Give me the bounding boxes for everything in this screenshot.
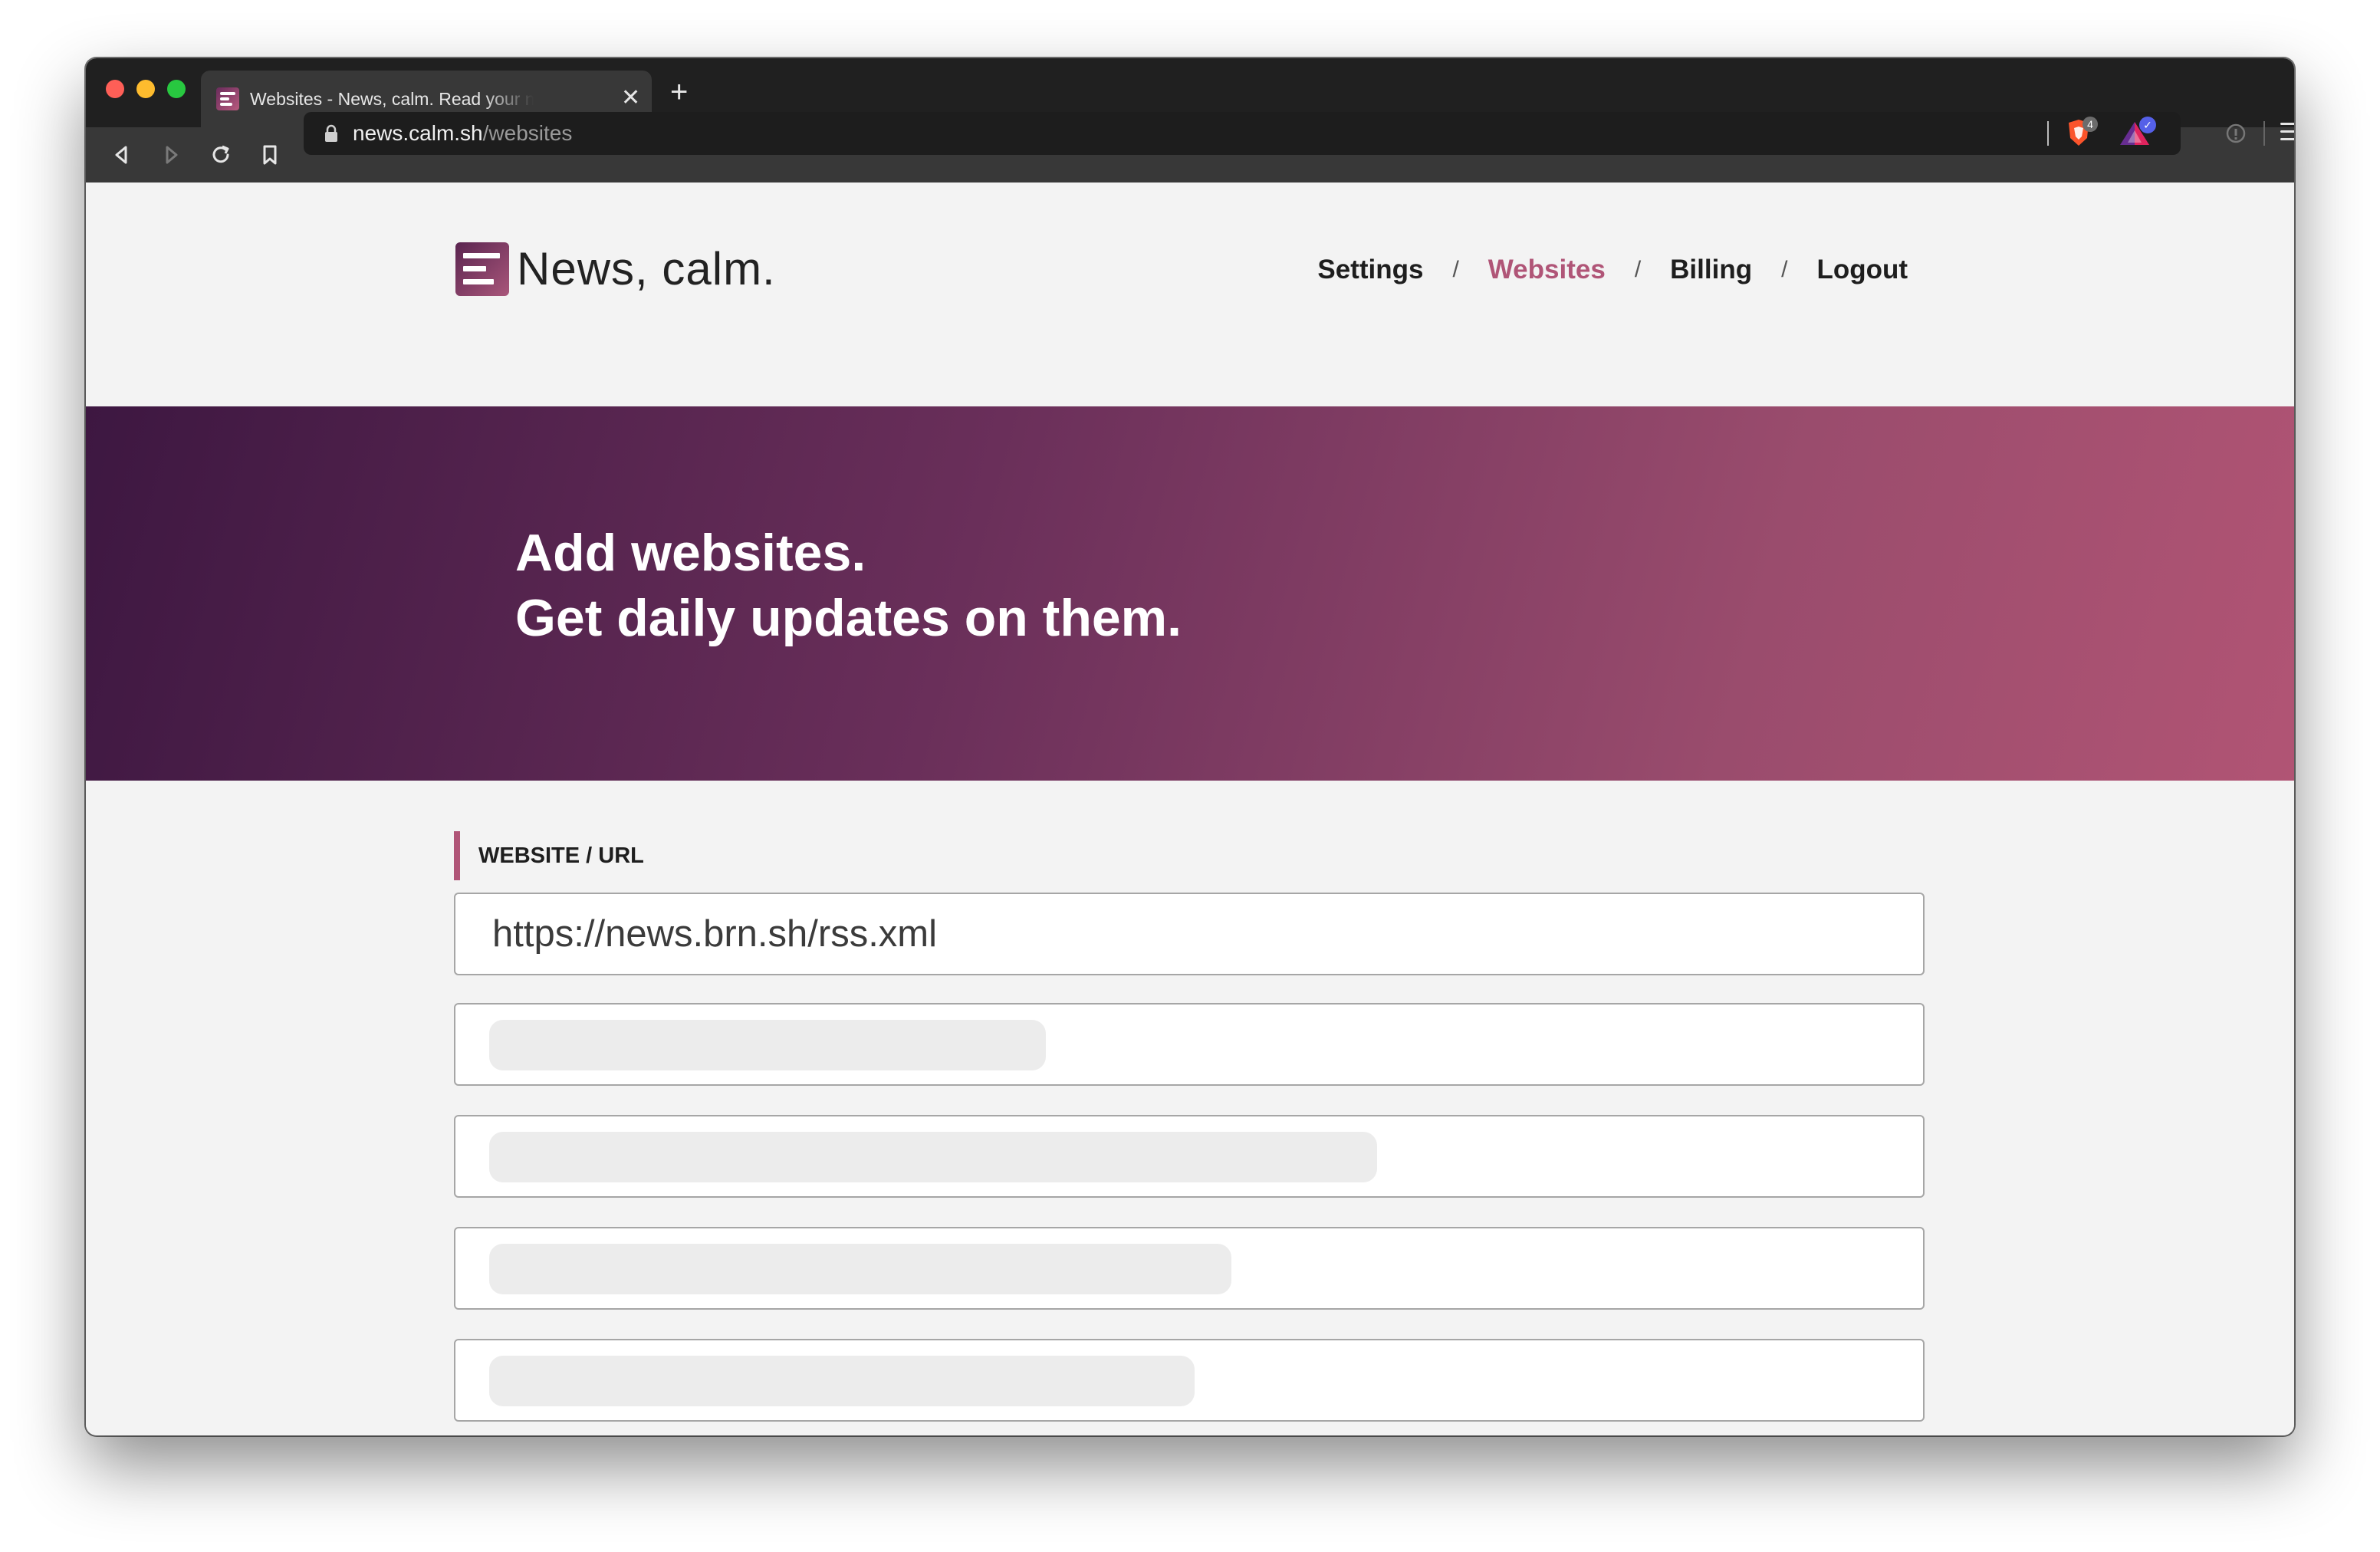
nav-logout[interactable]: Logout (1816, 255, 1908, 285)
plus-icon: + (670, 75, 689, 109)
lock-icon (325, 124, 337, 142)
hero-subheadline: Get daily updates on them. (515, 589, 1182, 647)
section-label-text: WEBSITE / URL (478, 843, 644, 868)
news-calm-logo-icon (455, 242, 509, 296)
nav-separator: / (1781, 257, 1788, 282)
browser-window: Websites - News, calm. Read your news ca… (86, 58, 2294, 1435)
loading-placeholder (489, 1244, 1231, 1294)
brand-name: News, calm. (517, 243, 776, 294)
loading-placeholder (489, 1020, 1046, 1070)
website-url-label: WEBSITE / URL (454, 831, 644, 880)
main-nav: Settings / Websites / Billing / Logout (1317, 255, 1908, 285)
website-url-input[interactable] (454, 893, 1925, 975)
hero-banner: Add websites. Get daily updates on them. (86, 406, 2294, 781)
address-bar-divider (2047, 121, 2049, 146)
back-icon[interactable] (106, 140, 136, 170)
nav-websites[interactable]: Websites (1488, 255, 1606, 285)
tab-close-icon[interactable]: ✕ (621, 83, 640, 113)
loading-placeholder (489, 1132, 1377, 1182)
info-icon[interactable] (2225, 123, 2247, 144)
page-content: News, calm. Settings / Websites / Billin… (86, 182, 2294, 1435)
address-bar[interactable]: news.calm.sh/websites (304, 112, 2181, 155)
nav-settings[interactable]: Settings (1317, 255, 1423, 285)
hero-headline: Add websites. (515, 524, 866, 582)
bookmark-icon[interactable] (255, 140, 285, 170)
address-text: news.calm.sh/websites (353, 121, 572, 146)
maximize-window-icon[interactable] (167, 80, 186, 98)
tab-title: Websites - News, calm. Read your news ca… (250, 89, 534, 109)
nav-separator: / (1452, 257, 1459, 282)
forward-icon[interactable] (156, 140, 187, 170)
loading-placeholder (489, 1356, 1195, 1406)
shields-count-badge: 4 (2082, 117, 2098, 132)
reload-icon[interactable] (205, 140, 236, 170)
nav-separator: / (1634, 257, 1642, 282)
website-list-item[interactable] (454, 1003, 1925, 1086)
website-list-item[interactable] (454, 1115, 1925, 1198)
website-list-item[interactable] (454, 1227, 1925, 1310)
url-path: /websites (482, 121, 573, 145)
news-calm-favicon-icon (216, 87, 239, 110)
website-list-item[interactable] (454, 1339, 1925, 1422)
toolbar-divider (2263, 121, 2265, 146)
menu-icon[interactable] (2280, 121, 2294, 143)
close-window-icon[interactable] (106, 80, 124, 98)
minimize-window-icon[interactable] (136, 80, 155, 98)
nav-billing[interactable]: Billing (1670, 255, 1752, 285)
url-host: news.calm.sh (353, 121, 483, 145)
rewards-verified-badge: ✓ (2139, 117, 2156, 133)
